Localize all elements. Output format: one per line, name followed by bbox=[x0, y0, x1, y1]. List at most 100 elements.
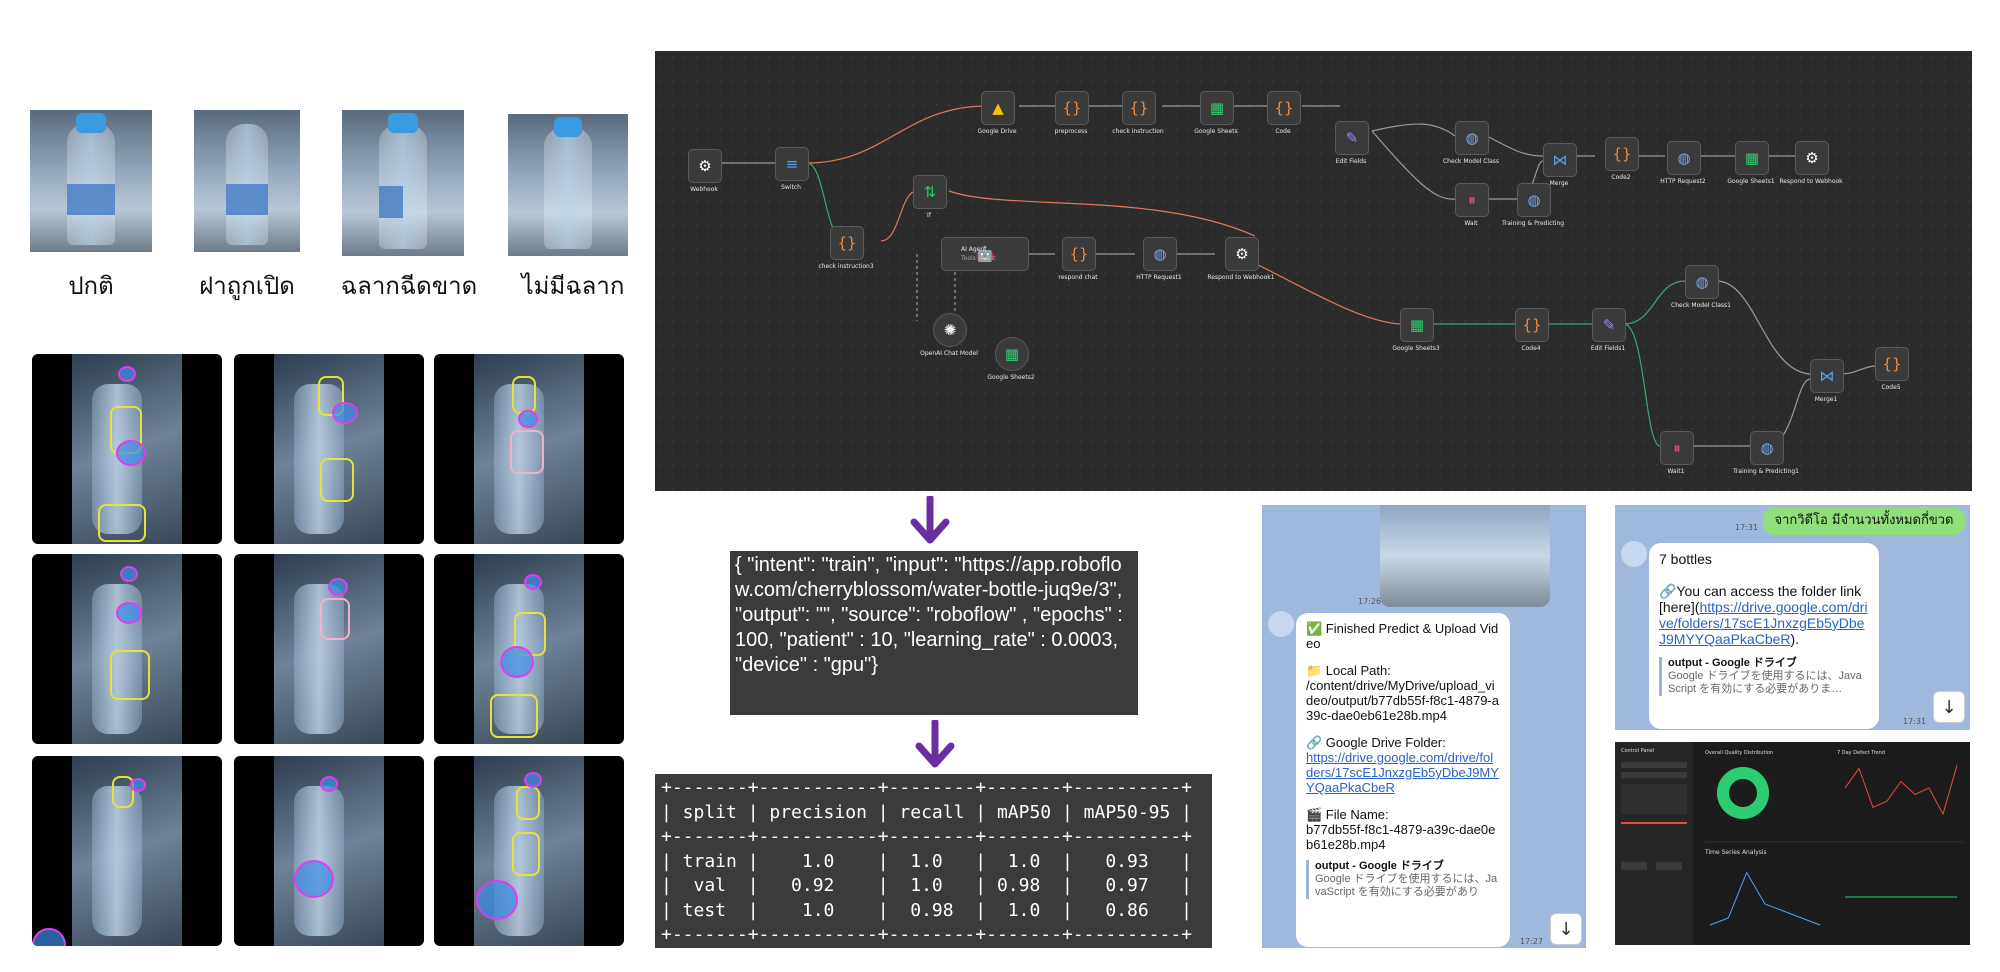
node-label: Edit Fields bbox=[1335, 158, 1367, 165]
edit-fields1-node[interactable]: ✎ bbox=[1592, 308, 1626, 342]
google-sheets3-node[interactable]: ▦ bbox=[1400, 308, 1434, 342]
node-label: Merge bbox=[1549, 180, 1569, 187]
defect-trend-line bbox=[1844, 765, 1958, 816]
sheets-icon: ▦ bbox=[1744, 149, 1760, 167]
if-node[interactable]: ⇅ bbox=[913, 175, 947, 209]
google-sheets-node[interactable]: ▦ bbox=[1200, 91, 1234, 125]
chat-panel-count: จากวิดีโอ มีจำนวนทั้งหมดกี่ขวด 17:31 7 b… bbox=[1615, 505, 1970, 730]
workflow-connections bbox=[703, 105, 1876, 447]
file-name-value: b77db55f-f8c1-4879-a39c-dae0eb61e28b.mp4 bbox=[1306, 822, 1496, 852]
detection-image bbox=[234, 554, 424, 744]
user-message-bubble: จากวิดีโอ มีจำนวนทั้งหมดกี่ขวด bbox=[1763, 507, 1965, 535]
code2-node[interactable]: {} bbox=[1605, 137, 1639, 171]
ai-agent-node[interactable]: 🤖 bbox=[941, 237, 1029, 271]
pencil-icon: ✎ bbox=[1345, 129, 1359, 147]
quality-donut bbox=[1717, 767, 1769, 819]
code-icon: {} bbox=[1882, 355, 1902, 373]
detection-image bbox=[32, 554, 222, 744]
node-label: Respond to Webhook1 bbox=[1207, 274, 1275, 281]
edit-fields-node[interactable]: ✎ bbox=[1335, 121, 1369, 155]
training-node[interactable]: ◍ bbox=[1517, 183, 1551, 217]
node-label: Check Model Class bbox=[1442, 158, 1500, 165]
class-label-cap-open: ฝาถูกเปิด bbox=[199, 272, 295, 300]
google-sheets2-node[interactable]: ▦ bbox=[995, 337, 1029, 371]
check-instruction3-node[interactable]: {} bbox=[830, 226, 864, 260]
globe-icon: ◍ bbox=[1760, 439, 1774, 457]
pencil-icon: ✎ bbox=[1602, 316, 1616, 334]
webhook-icon: ⚙ bbox=[1805, 149, 1819, 167]
if-icon: ⇅ bbox=[923, 183, 937, 201]
respond-webhook-node[interactable]: ⚙ bbox=[1795, 141, 1829, 175]
local-path-value: /content/drive/MyDrive/upload_video/outp… bbox=[1306, 678, 1499, 723]
node-label: Webhook bbox=[690, 186, 718, 193]
code5-node[interactable]: {} bbox=[1875, 347, 1909, 381]
download-button[interactable]: ↓ bbox=[1550, 913, 1582, 945]
metrics-table: +-------+-----------+--------+-------+--… bbox=[655, 774, 1212, 948]
code-icon: {} bbox=[837, 234, 857, 252]
drive-folder-link[interactable]: https://drive.google.com/drive/folders/1… bbox=[1306, 750, 1500, 795]
code-icon: {} bbox=[1274, 99, 1294, 117]
detection-image bbox=[434, 756, 624, 946]
webhook-node[interactable]: ⚙ bbox=[688, 149, 722, 183]
dashboard-charts bbox=[1705, 765, 1963, 926]
respond-webhook1-node[interactable]: ⚙ bbox=[1225, 237, 1259, 271]
class-label-label-torn: ฉลากฉีดขาด bbox=[340, 272, 478, 300]
node-label: OpenAI Chat Model bbox=[920, 350, 978, 357]
google-drive-node[interactable]: ▲ bbox=[981, 91, 1015, 125]
openai-icon: ✺ bbox=[943, 321, 957, 339]
link-preview[interactable]: output - Google ドライブ Google ドライブを使用するには、… bbox=[1306, 860, 1500, 899]
download-button[interactable]: ↓ bbox=[1933, 691, 1965, 723]
sheets-icon: ▦ bbox=[1209, 99, 1225, 117]
node-label: Training & Predicting bbox=[1501, 220, 1565, 227]
merge1-node[interactable]: ⋈ bbox=[1810, 359, 1844, 393]
check-instruction-node[interactable]: {} bbox=[1122, 91, 1156, 125]
user-message-text: จากวิดีโอ มีจำนวนทั้งหมดกี่ขวด bbox=[1774, 513, 1954, 528]
detection-image bbox=[32, 354, 222, 544]
pause-icon: ⏸ bbox=[1468, 191, 1476, 209]
training1-node[interactable]: ◍ bbox=[1750, 431, 1784, 465]
preprocess-node[interactable]: {} bbox=[1055, 91, 1089, 125]
photo-time: 17:26 bbox=[1358, 597, 1382, 606]
http-request2-node[interactable]: ◍ bbox=[1667, 141, 1701, 175]
download-arrow-icon: ↓ bbox=[1558, 918, 1574, 940]
node-label: respond chat bbox=[1058, 274, 1098, 281]
respond-chat-node[interactable]: {} bbox=[1062, 237, 1096, 271]
detection-image bbox=[234, 756, 424, 946]
video-thumbnail[interactable] bbox=[1380, 505, 1550, 607]
file-name-label: 🎬 File Name: bbox=[1306, 807, 1389, 822]
class-label-normal: ปกติ bbox=[68, 272, 114, 300]
pause-icon: ⏸ bbox=[1673, 439, 1681, 457]
check-model-class1-node[interactable]: ◍ bbox=[1685, 265, 1719, 299]
drive-folder-label: 🔗 Google Drive Folder: bbox=[1306, 735, 1446, 750]
node-label: Wait1 bbox=[1667, 468, 1685, 475]
local-path-label: 📁 Local Path: bbox=[1306, 663, 1391, 678]
bot-avatar bbox=[1268, 611, 1294, 637]
switch-icon: ≡ bbox=[785, 155, 799, 173]
preview-text: Google ドライブを使用するには、JavaScript を有効にする必要があ… bbox=[1668, 670, 1862, 695]
google-drive-icon: ▲ bbox=[992, 99, 1004, 117]
workflow-canvas[interactable]: ⚙ Webhook ≡ Switch ▲ Google Drive {} pre… bbox=[655, 51, 1972, 491]
check-model-class-node[interactable]: ◍ bbox=[1455, 121, 1489, 155]
openai-chat-model-node[interactable]: ✺ bbox=[933, 313, 967, 347]
message-title: ✅ Finished Predict & Upload Video bbox=[1306, 621, 1499, 651]
code-icon: {} bbox=[1129, 99, 1149, 117]
node-label: Training & Predicting1 bbox=[1733, 468, 1799, 475]
preview-title: output - Google ドライブ bbox=[1315, 860, 1444, 872]
switch-node[interactable]: ≡ bbox=[775, 147, 809, 181]
node-label: Code4 bbox=[1521, 345, 1541, 352]
http-request1-node[interactable]: ◍ bbox=[1143, 237, 1177, 271]
detection-image bbox=[434, 554, 624, 744]
user-time: 17:31 bbox=[1735, 523, 1759, 532]
node-label: check instruction bbox=[1112, 128, 1164, 135]
quality-dashboard: Control Panel Overall Quality Distributi… bbox=[1615, 742, 1970, 945]
code4-node[interactable]: {} bbox=[1515, 308, 1549, 342]
node-label: Edit Fields1 bbox=[1590, 345, 1626, 352]
merge-node[interactable]: ⋈ bbox=[1543, 143, 1577, 177]
code-node[interactable]: {} bbox=[1267, 91, 1301, 125]
download-arrow-icon: ↓ bbox=[1941, 696, 1957, 718]
google-sheets1-node[interactable]: ▦ bbox=[1735, 141, 1769, 175]
wait-node[interactable]: ⏸ bbox=[1455, 183, 1489, 217]
link-preview[interactable]: output - Google ドライブ Google ドライブを使用するには、… bbox=[1659, 657, 1869, 696]
node-label: Merge1 bbox=[1814, 396, 1838, 403]
wait1-node[interactable]: ⏸ bbox=[1660, 431, 1694, 465]
